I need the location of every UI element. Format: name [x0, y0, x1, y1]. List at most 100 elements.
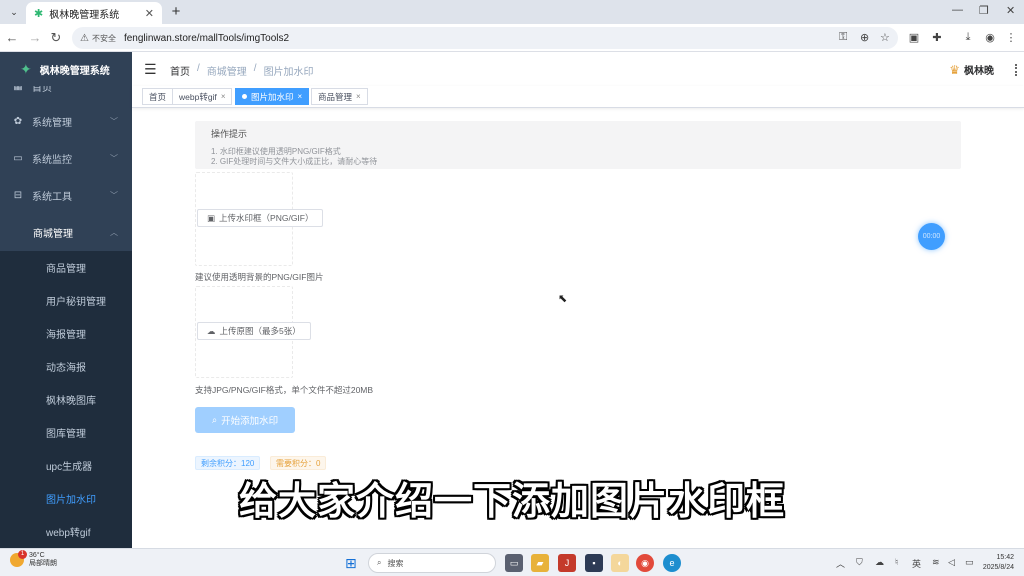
cloud-icon[interactable]: ☁ [875, 557, 884, 568]
warning-icon[interactable]: ⚠ [80, 33, 89, 44]
close-tab-icon[interactable]: ✕ [145, 7, 154, 20]
magic-wand-icon: ⌕ [211, 414, 218, 426]
file-explorer-icon[interactable]: ▰ [531, 554, 549, 572]
chevron-down-icon: ﹀ [110, 154, 118, 163]
submenu-item-products[interactable]: 商品管理 [0, 251, 132, 284]
zoom-icon[interactable]: ⊕ [860, 31, 869, 44]
weather-sun-icon: 1 [10, 550, 27, 567]
close-tag-icon[interactable]: × [298, 92, 303, 101]
upload-images-hint: 支持JPG/PNG/GIF格式，单个文件不超过20MB [195, 385, 374, 395]
submenu-item-dynamic-posters[interactable]: 动态海报 [0, 350, 132, 383]
tag-home[interactable]: 首页 [142, 88, 174, 105]
close-window-icon[interactable]: ✕ [1006, 4, 1015, 17]
submenu-item-gallery[interactable]: 枫林晚图库 [0, 383, 132, 416]
active-dot-icon [242, 94, 247, 99]
sidebar-item-monitor[interactable]: ▭ 系统监控 ﹀ [0, 140, 132, 177]
ide-app-icon[interactable]: ▪ [585, 554, 603, 572]
tips-line: 1. 水印框建议使用透明PNG/GIF格式 [211, 147, 341, 156]
task-view-icon[interactable]: ▭ [505, 554, 523, 572]
wifi-icon[interactable]: ≋ [932, 557, 940, 568]
windows-taskbar: 1 36°C 局部晴朗 ⊞ ⌕ 搜索 ▭ ▰ J ▪ ◐ ◉ e ︿ ⛉ ☁ ♮… [0, 548, 1024, 576]
download-icon[interactable]: ⤓ [961, 31, 975, 44]
tag-webp-gif[interactable]: webp转gif × [172, 88, 233, 105]
tag-products[interactable]: 商品管理 × [311, 88, 368, 105]
sidebar-brand[interactable]: ✦ 枫林晚管理系统 [0, 52, 132, 86]
floating-timer-button[interactable]: 00:00 [918, 223, 945, 250]
crown-icon: ♛ [949, 62, 960, 77]
browser-tabstrip: ⌄ ✱ 枫林晚管理系统 ✕ + — ❐ ✕ [0, 0, 1024, 24]
brand-title: 枫林晚管理系统 [39, 65, 110, 77]
start-watermark-button[interactable]: ⌕ 开始添加水印 [195, 407, 295, 433]
puzzle-icon[interactable]: ✚ [930, 31, 944, 44]
submenu-item-gallery-admin[interactable]: 图库管理 [0, 416, 132, 449]
more-dots-icon[interactable] [1015, 64, 1018, 76]
notification-badge: 1 [18, 550, 27, 559]
site-favicon-icon: ✱ [34, 7, 44, 20]
reload-icon[interactable]: ↻ [48, 30, 64, 46]
operation-tips: 操作提示 1. 水印框建议使用透明PNG/GIF格式 2. GIF处理时间与文件… [195, 121, 961, 169]
breadcrumb-home[interactable]: 首页 [170, 63, 190, 78]
cloud-upload-icon: ☁ [207, 325, 216, 336]
breadcrumb-current: 图片加水印 [263, 67, 314, 78]
minimize-icon[interactable]: — [952, 4, 963, 16]
insecure-label[interactable]: 不安全 [92, 33, 116, 44]
close-tag-icon[interactable]: × [221, 92, 226, 101]
sidebar-item-system[interactable]: ✿ 系统管理 ﹀ [0, 103, 132, 140]
submenu-item-posters[interactable]: 海报管理 [0, 317, 132, 350]
microphone-icon[interactable]: ♮ [895, 557, 898, 568]
image-icon: ▣ [207, 212, 216, 223]
restore-icon[interactable]: ❐ [979, 4, 989, 17]
back-icon[interactable]: ← [4, 30, 20, 45]
tag-watermark[interactable]: 图片加水印 × [235, 88, 310, 105]
weather-widget[interactable]: 1 36°C 局部晴朗 [10, 550, 57, 568]
watermark-hint: 建议使用透明背景的PNG/GIF图片 [195, 272, 324, 282]
menu-dots-icon[interactable]: ⋮ [1004, 31, 1018, 44]
windows-start-icon[interactable]: ⊞ [345, 555, 357, 572]
hamburger-menu-icon[interactable]: ☰ [144, 61, 157, 78]
submenu-item-label: webp转gif [46, 528, 91, 539]
address-bar[interactable]: ⚠ 不安全 fenglinwan.store/mallTools/imgTool… [72, 27, 898, 49]
chevron-up-icon: ︿ [110, 228, 118, 237]
sidebar-item-shop[interactable]: 商城管理 ︿ [0, 214, 132, 251]
extension-icon[interactable]: ▣ [907, 31, 921, 44]
tips-title: 操作提示 [211, 129, 248, 139]
system-clock[interactable]: 15:42 2025/8/24 [983, 553, 1014, 573]
search-placeholder: 搜索 [387, 558, 404, 568]
video-subtitle: 给大家介绍一下添加图片水印框 [238, 481, 785, 523]
speaker-icon[interactable]: ◁ [948, 557, 955, 568]
user-menu[interactable]: ♛ 枫林晚 [949, 62, 994, 78]
chrome-icon[interactable]: ◉ [636, 554, 654, 572]
profile-icon[interactable]: ◉ [983, 31, 997, 44]
url-text[interactable]: fenglinwan.store/mallTools/imgTools2 [124, 33, 289, 44]
battery-icon[interactable]: ▭ [965, 557, 974, 568]
tags-view: 首页 webp转gif × 图片加水印 × 商品管理 × [132, 86, 1024, 108]
key-icon[interactable]: ⚿ [839, 31, 847, 44]
tray-chevron-up-icon[interactable]: ︿ [836, 557, 845, 570]
bookmark-star-icon[interactable]: ☆ [880, 31, 890, 44]
tab-list-chevron-icon[interactable]: ⌄ [6, 5, 22, 19]
chevron-down-icon: ﹀ [110, 191, 118, 200]
upload-watermark-button[interactable]: ▣ 上传水印框（PNG/GIF） [197, 209, 324, 227]
close-tag-icon[interactable]: × [356, 92, 361, 101]
sidebar-item-label: 系统管理 [32, 118, 72, 129]
monitor-icon: ▭ [13, 153, 23, 164]
breadcrumb-separator: / [197, 63, 200, 74]
browser-tab-title: 枫林晚管理系统 [49, 9, 120, 21]
forward-icon[interactable]: → [27, 30, 43, 45]
tag-label: webp转gif [179, 91, 217, 102]
browser-tab[interactable]: ✱ 枫林晚管理系统 ✕ [26, 2, 162, 24]
ime-indicator[interactable]: 英 [912, 557, 921, 570]
submenu-item-user-keys[interactable]: 用户秘钥管理 [0, 284, 132, 317]
upload-images-button[interactable]: ☁ 上传原图（最多5张） [197, 322, 311, 340]
toolbox-icon: ⊟ [13, 190, 23, 201]
new-tab-button[interactable]: + [168, 3, 184, 20]
logo-icon: ✦ [20, 60, 32, 77]
sidebar-item-tools[interactable]: ⊟ 系统工具 ﹀ [0, 177, 132, 214]
weather-temperature: 36°C [29, 552, 45, 559]
submenu-item-label: 商品管理 [46, 264, 86, 275]
jetbrains-app-icon[interactable]: J [558, 554, 576, 572]
edge-icon[interactable]: e [663, 554, 681, 572]
shield-icon[interactable]: ⛉ [856, 557, 863, 568]
taskbar-search[interactable]: ⌕ 搜索 [368, 553, 496, 573]
media-app-icon[interactable]: ◐ [611, 554, 629, 572]
